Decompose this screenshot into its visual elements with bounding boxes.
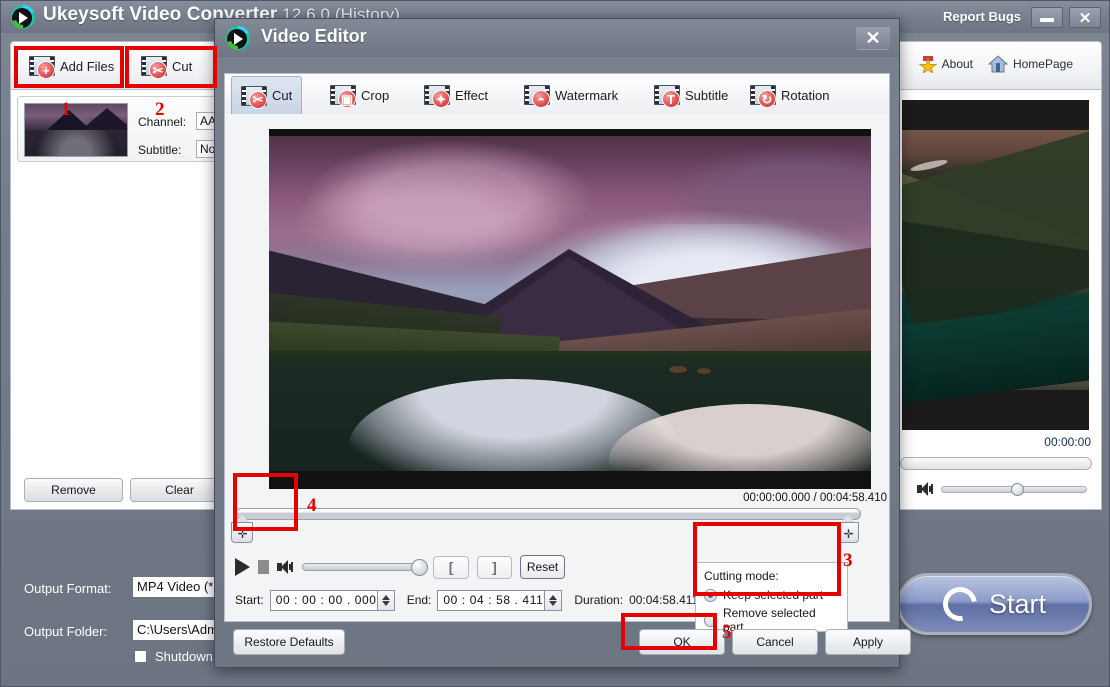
preview-video[interactable]	[902, 100, 1089, 430]
ok-button[interactable]: OK	[639, 629, 725, 655]
mark-in-button[interactable]: [	[433, 556, 468, 579]
minimize-icon	[1040, 18, 1054, 22]
cut-label: Cut	[172, 59, 192, 74]
trim-handle-start[interactable]: ✛	[231, 518, 253, 544]
cutting-mode-title: Cutting mode:	[704, 569, 839, 583]
trim-handle-end[interactable]: ✛	[837, 518, 859, 544]
scissors-icon: ✂	[241, 86, 267, 106]
editor-trim-fields: Start: 00 : 00 : 00 . 000 End: 00 : 04 :…	[235, 588, 698, 612]
preview-seek-slider[interactable]	[900, 457, 1092, 470]
editor-timecode: 00:00:00.000 / 00:04:58.410	[743, 492, 887, 504]
film-plus-icon: +	[29, 56, 55, 76]
start-label: Start:	[235, 593, 264, 607]
film-scissors-icon: ✂	[141, 56, 167, 76]
cancel-button[interactable]: Cancel	[732, 629, 818, 655]
minimize-button[interactable]	[1031, 7, 1063, 28]
editor-video-preview[interactable]	[269, 129, 871, 489]
tab-rotation-label: Rotation	[781, 88, 829, 103]
speaker-icon	[277, 560, 290, 574]
editor-titlebar: Video Editor ✕	[215, 19, 899, 57]
cutting-mode-keep[interactable]: Keep selected part	[704, 588, 839, 602]
home-icon	[988, 55, 1008, 73]
tab-cut[interactable]: ✂ Cut	[231, 76, 302, 114]
volume-knob[interactable]	[1011, 483, 1024, 496]
radio-keep-icon[interactable]	[704, 589, 717, 602]
duration-label: Duration:	[574, 593, 623, 607]
restore-defaults-button[interactable]: Restore Defaults	[233, 629, 345, 655]
editor-footer: Restore Defaults OK Cancel Apply	[224, 624, 890, 664]
play-button[interactable]	[235, 558, 250, 576]
output-format-label: Output Format:	[24, 581, 111, 596]
move-icon: ✛	[843, 529, 854, 540]
tab-subtitle-label: Subtitle	[685, 88, 728, 103]
editor-body: 00:00:00.000 / 00:04:58.410 ✛ ✛ [ ] Rese…	[224, 114, 890, 622]
video-frame	[269, 129, 871, 489]
report-bugs-link[interactable]: Report Bugs	[943, 9, 1021, 24]
add-files-label: Add Files	[60, 59, 114, 74]
star-icon	[919, 55, 937, 73]
editor-close-button[interactable]: ✕	[856, 26, 890, 50]
stop-button[interactable]	[258, 560, 269, 574]
apply-button[interactable]: Apply	[825, 629, 911, 655]
preview-volume-control[interactable]	[917, 478, 1087, 500]
file-list-actions: Remove Clear	[12, 478, 217, 506]
tab-subtitle[interactable]: T Subtitle	[645, 76, 737, 114]
editor-playback-controls: [ ] Reset	[235, 554, 565, 580]
cut-button[interactable]: ✂ Cut	[131, 46, 202, 86]
homepage-button[interactable]: HomePage	[978, 50, 1083, 78]
channel-label: Channel:	[138, 115, 186, 129]
tab-crop-label: Crop	[361, 88, 389, 103]
duration-value: 00:04:58.411	[629, 593, 698, 607]
tab-effect-label: Effect	[455, 88, 488, 103]
start-button[interactable]: Start	[897, 573, 1092, 635]
editor-timeline-track[interactable]	[235, 508, 861, 520]
close-button[interactable]: ✕	[1069, 7, 1101, 28]
speaker-icon	[917, 482, 933, 496]
wand-icon: ✦	[424, 85, 450, 105]
rotate-icon: ↻	[750, 85, 776, 105]
subtitle-label: Subtitle:	[138, 143, 181, 157]
move-icon: ✛	[237, 529, 248, 540]
volume-slider[interactable]	[941, 486, 1087, 493]
mark-out-button[interactable]: ]	[477, 556, 512, 579]
editor-volume-knob[interactable]	[411, 559, 428, 576]
about-button[interactable]: About	[909, 50, 983, 78]
shutdown-checkbox[interactable]	[134, 650, 147, 663]
file-thumbnail	[24, 103, 128, 157]
video-editor-dialog: Video Editor ✕ ✂ Cut ▣ Crop ✦ Effect ◓ W…	[214, 18, 900, 668]
editor-title: Video Editor	[261, 26, 367, 47]
tab-cut-label: Cut	[272, 88, 292, 103]
editor-volume-slider[interactable]	[302, 563, 426, 571]
about-label: About	[942, 57, 973, 71]
tab-rotation[interactable]: ↻ Rotation	[741, 76, 838, 114]
cutting-mode-panel: Cutting mode: Keep selected part Remove …	[695, 562, 848, 632]
droplet-icon: ◓	[524, 85, 550, 105]
reset-button[interactable]: Reset	[520, 555, 565, 579]
preview-panel: 00:00:00	[894, 89, 1102, 510]
tab-watermark[interactable]: ◓ Watermark	[515, 76, 627, 114]
crop-icon: ▣	[330, 85, 356, 105]
start-label: Start	[989, 589, 1046, 620]
tab-crop[interactable]: ▣ Crop	[321, 76, 398, 114]
preview-timecode: 00:00:00	[1044, 435, 1091, 449]
start-time-input[interactable]: 00 : 00 : 00 . 000	[270, 590, 378, 611]
add-files-button[interactable]: + Add Files	[19, 46, 124, 86]
editor-tabs: ✂ Cut ▣ Crop ✦ Effect ◓ Watermark T Subt…	[224, 73, 890, 115]
text-icon: T	[654, 85, 680, 105]
end-time-stepper[interactable]	[545, 590, 562, 611]
output-folder-label: Output Folder:	[24, 624, 107, 639]
homepage-label: HomePage	[1013, 57, 1073, 71]
end-time-input[interactable]: 00 : 04 : 58 . 411	[437, 590, 545, 611]
tab-watermark-label: Watermark	[555, 88, 618, 103]
end-label: End:	[407, 593, 432, 607]
editor-logo-icon	[224, 24, 252, 52]
refresh-icon	[936, 580, 983, 627]
start-time-stepper[interactable]	[378, 590, 395, 611]
remove-button[interactable]: Remove	[24, 478, 123, 502]
radio-keep-label: Keep selected part	[723, 588, 823, 602]
file-list-panel: Channel: AAC Subtitle: None Remove Clear	[10, 89, 232, 510]
tab-effect[interactable]: ✦ Effect	[415, 76, 497, 114]
app-logo-icon	[9, 3, 37, 31]
